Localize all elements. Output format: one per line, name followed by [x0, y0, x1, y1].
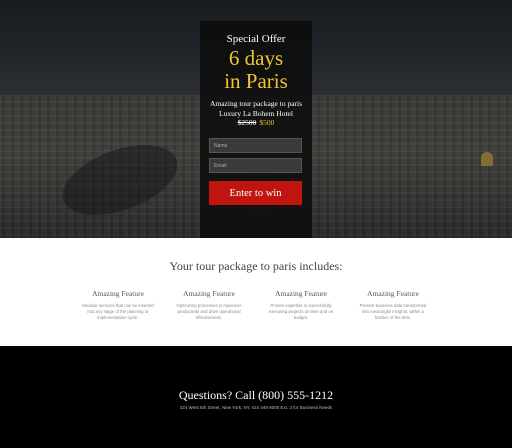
feature-text: Optimizing processes to maximize product… — [176, 303, 242, 320]
features-section: Your tour package to paris includes: Ama… — [0, 238, 512, 346]
footer-phone: Questions? Call (800) 555-1212 — [178, 388, 334, 402]
feature-item: Amazing Feature Proven expertise in succ… — [265, 289, 337, 321]
offer-package-line2: Luxury La Bohem Hotel — [219, 108, 293, 118]
offer-headline-line1: 6 days — [228, 46, 284, 70]
feature-item: Amazing Feature Optimizing processes to … — [173, 289, 245, 321]
footer-address: 224 West 5th Street, New York, NY, 424 4… — [179, 405, 333, 410]
offer-prices: $2500 $500 — [200, 118, 312, 127]
feature-title: Amazing Feature — [183, 289, 235, 298]
offer-kicker: Special Offer — [226, 33, 286, 45]
new-price: $500 — [259, 118, 275, 127]
landing-page: Special Offer 6 days in Paris Amazing to… — [0, 0, 512, 448]
email-input[interactable] — [209, 158, 302, 173]
hero-section: Special Offer 6 days in Paris Amazing to… — [0, 0, 512, 238]
feature-item: Amazing Feature Modular services that ca… — [82, 289, 154, 321]
footer: Questions? Call (800) 555-1212 224 West … — [0, 346, 512, 448]
feature-text: Proven expertise in successfully executi… — [268, 303, 334, 320]
feature-text: Present business data transformed into m… — [359, 303, 427, 320]
offer-package-line1: Amazing tour package to paris — [209, 99, 303, 108]
offer-headline: 6 days in Paris — [200, 47, 312, 93]
features-title: Your tour package to paris includes: — [169, 259, 343, 273]
feature-title: Amazing Feature — [367, 289, 419, 298]
enter-to-win-button[interactable]: Enter to win — [209, 181, 302, 205]
feature-item: Amazing Feature Present business data tr… — [357, 289, 429, 321]
offer-card: Special Offer 6 days in Paris Amazing to… — [200, 21, 312, 238]
feature-text: Modular services that can be inserted in… — [82, 303, 154, 320]
feature-title: Amazing Feature — [92, 289, 144, 298]
old-price: $2500 — [237, 118, 257, 127]
feature-title: Amazing Feature — [275, 289, 327, 298]
name-input[interactable] — [209, 138, 302, 153]
offer-package: Amazing tour package to paris Luxury La … — [200, 99, 312, 118]
offer-headline-line2: in Paris — [224, 69, 288, 93]
